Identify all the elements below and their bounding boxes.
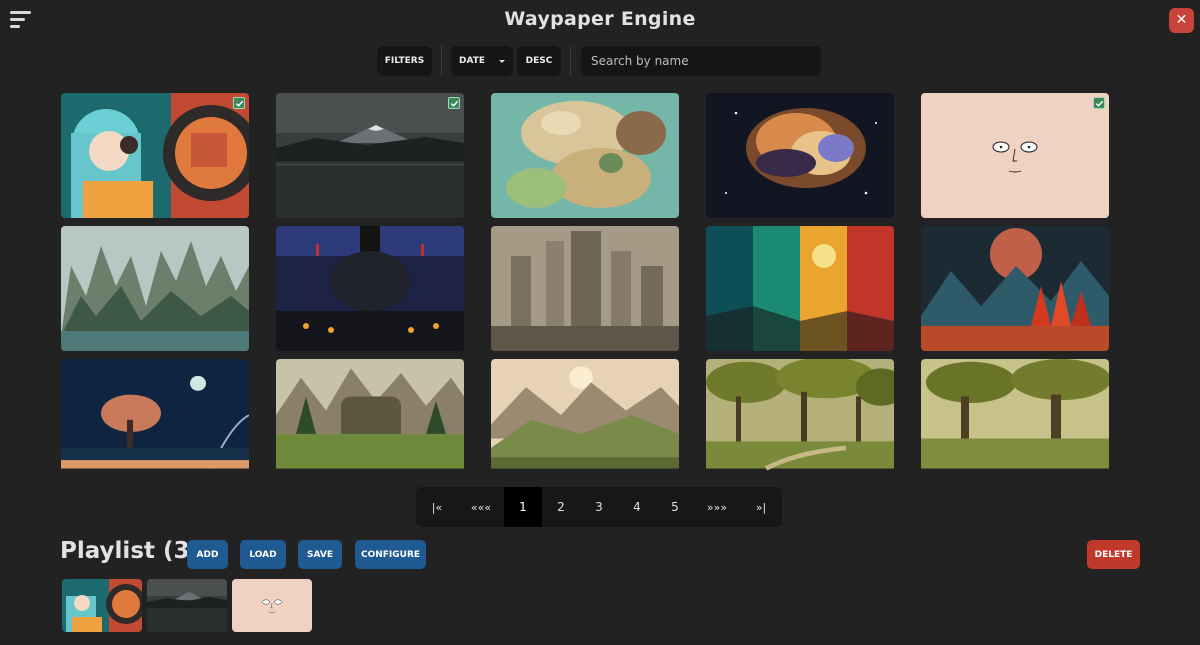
wallpaper-thumbnail[interactable] [706,226,894,351]
wallpaper-image [491,226,679,351]
toolbar-divider [570,46,571,76]
playlist-item[interactable] [62,579,142,632]
next-pages-button[interactable]: »»» [694,487,740,527]
page-button-3[interactable]: 3 [580,487,618,527]
filters-button[interactable]: FILTERS [377,46,432,76]
page-button-2[interactable]: 2 [542,487,580,527]
last-page-button[interactable]: »| [740,487,782,527]
wallpaper-thumbnail[interactable] [706,93,894,218]
check-icon [450,100,458,107]
wallpaper-thumbnail[interactable] [706,359,894,476]
wallpaper-image [491,93,679,218]
selected-check-icon[interactable] [1093,97,1105,109]
wallpaper-image [61,226,249,351]
sort-order-button[interactable]: DESC [517,46,561,76]
wallpaper-thumbnail[interactable] [921,359,1109,476]
playlist-item-image [232,579,312,632]
wallpaper-image [706,359,894,471]
wallpaper-thumbnail[interactable] [921,93,1109,218]
page-button-1[interactable]: 1 [504,487,542,527]
previous-pages-button[interactable]: ««« [458,487,504,527]
selected-check-icon[interactable] [233,97,245,109]
wallpaper-image [921,93,1109,218]
wallpaper-thumbnail[interactable] [276,226,464,351]
wallpaper-thumbnail[interactable] [276,359,464,476]
wallpaper-image [61,93,249,218]
wallpaper-image [491,359,679,469]
wallpaper-image [276,93,464,218]
sort-by-dropdown[interactable]: DATE [451,46,513,76]
page-button-5[interactable]: 5 [656,487,694,527]
wallpaper-thumbnail[interactable] [491,226,679,351]
wallpaper-image [276,359,464,469]
wallpaper-thumbnail[interactable] [61,93,249,218]
delete-button[interactable]: DELETE [1087,540,1140,569]
first-page-button[interactable]: |« [416,487,458,527]
configure-button[interactable]: CONFIGURE [355,540,426,569]
toolbar-divider [441,46,442,76]
check-icon [1095,100,1103,107]
wallpaper-thumbnail[interactable] [61,359,249,476]
pagination: |« ««« 1 2 3 4 5 »»» »| [416,487,782,527]
playlist-item[interactable] [147,579,227,632]
wallpaper-thumbnail[interactable] [921,226,1109,351]
close-button[interactable]: ✕ [1169,8,1194,33]
wallpaper-grid [61,93,1109,476]
wallpaper-image [921,226,1109,351]
wallpaper-thumbnail[interactable] [491,359,679,476]
check-icon [235,100,243,107]
playlist-item[interactable] [232,579,312,632]
selected-check-icon[interactable] [448,97,460,109]
page-button-4[interactable]: 4 [618,487,656,527]
wallpaper-thumbnail[interactable] [61,226,249,351]
wallpaper-thumbnail[interactable] [276,93,464,218]
wallpaper-image [61,359,249,469]
search-input[interactable] [581,46,821,76]
caret-down-icon [499,59,506,63]
playlist-strip [62,579,312,632]
save-button[interactable]: SAVE [298,540,342,569]
wallpaper-image [276,226,464,351]
wallpaper-image [706,226,894,351]
load-button[interactable]: LOAD [240,540,286,569]
wallpaper-thumbnail[interactable] [491,93,679,218]
wallpaper-image [921,359,1109,469]
app-title: Waypaper Engine [504,8,696,30]
playlist-item-image [147,579,227,632]
add-button[interactable]: ADD [187,540,228,569]
playlist-item-image [62,579,142,632]
playlist-title: Playlist (3) [60,538,201,564]
toolbar: FILTERS DATE DESC [377,46,821,76]
wallpaper-image [706,93,894,218]
sort-by-label: DATE [458,56,486,66]
